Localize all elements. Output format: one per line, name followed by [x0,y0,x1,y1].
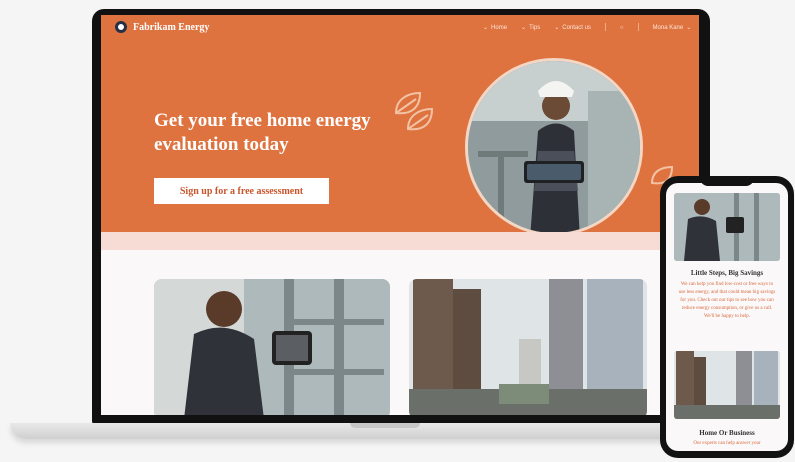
chevron-down-icon: ⌄ [483,25,489,31]
phone-screen: Little Steps, Big Savings We can help yo… [666,183,788,451]
signup-button[interactable]: Sign up for a free assessment [154,178,329,204]
hero-title: Get your free home energy evaluation tod… [154,110,371,155]
section-divider-band [101,232,699,250]
hero-photo [465,58,643,236]
nav-links: ⌄ Home ⌄ Tips ⌄ Contact us ○ Mona Kane ⌄ [483,23,692,32]
laptop-notch [350,423,420,428]
leaf-icon [394,91,434,131]
chevron-down-icon: ⌄ [521,25,527,31]
mobile-card2-body: Our experts can help answer your [693,441,761,446]
nav-divider [604,23,606,31]
tips-card-photo [154,279,390,415]
nav-account[interactable]: Mona Kane ⌄ [653,24,692,32]
mobile-card2-title: Home Or Business [699,429,755,437]
city-photo [409,279,647,415]
device-mockup-stage: Fabrikam Energy ⌄ Home ⌄ Tips ⌄ Contact us … [0,0,795,462]
nav-home[interactable]: ⌄ Home [483,24,507,32]
phone-notch [700,178,754,186]
site-nav: Fabrikam Energy ⌄ Home ⌄ Tips ⌄ Contact us … [101,15,699,43]
brand-logo-icon [115,21,127,33]
mobile-card1-title: Little Steps, Big Savings [690,269,764,277]
brand-name: Fabrikam Energy [133,21,210,33]
nav-divider [637,23,639,31]
laptop-screen: Fabrikam Energy ⌄ Home ⌄ Tips ⌄ Contact us … [101,15,699,415]
tips-card-image[interactable] [154,279,390,415]
hero-section: Get your free home energy evaluation tod… [101,43,699,236]
mobile-tips-image[interactable] [674,193,780,261]
chevron-down-icon: ⌄ [554,25,560,31]
home-business-card-image[interactable] [409,279,647,415]
brand[interactable]: Fabrikam Energy [115,21,209,33]
mobile-city-photo [674,351,780,419]
laptop-base [10,423,740,439]
mobile-home-business-image[interactable] [674,351,780,419]
account-icon[interactable]: ○ [620,24,624,31]
nav-tips[interactable]: ⌄ Tips [521,24,540,32]
mobile-tips-photo [674,193,780,261]
nav-contact[interactable]: ⌄ Contact us [554,24,591,32]
chevron-down-icon: ⌄ [686,25,692,31]
hero-photo-art [468,61,640,233]
mobile-card1-body: We can help you find low-cost or free wa… [678,282,776,319]
